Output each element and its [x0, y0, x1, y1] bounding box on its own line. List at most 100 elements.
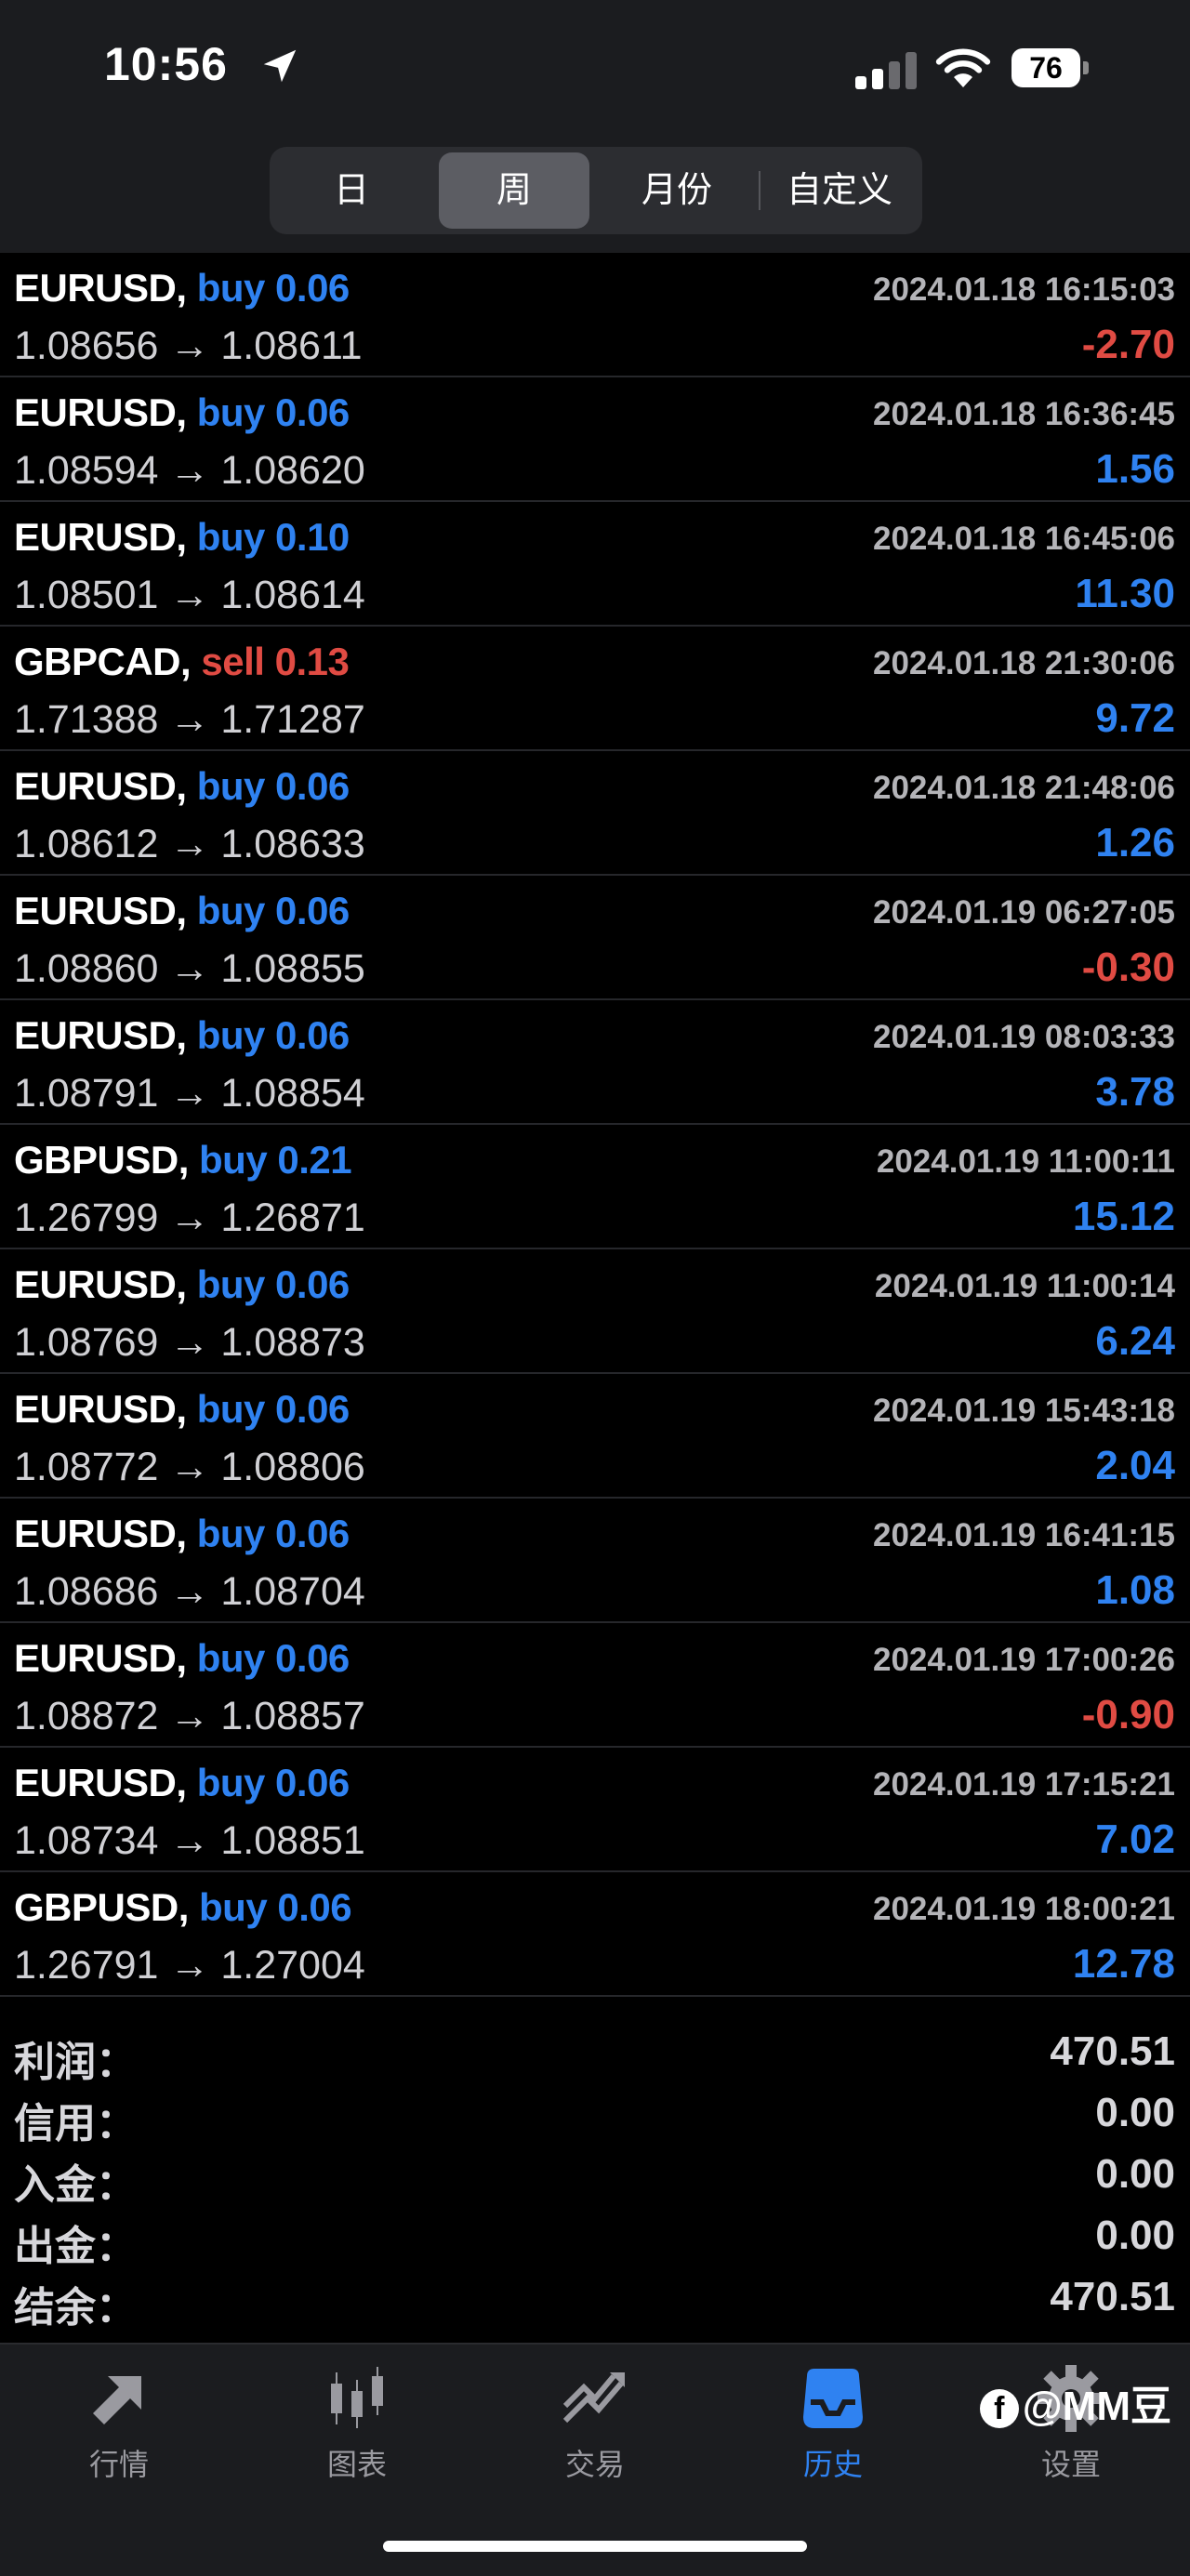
tab-history[interactable]: 历史: [740, 2361, 926, 2491]
open-price: 1.08772: [14, 1445, 159, 1489]
segment-month[interactable]: 月份: [599, 152, 755, 229]
trade-row[interactable]: EURUSD, buy 0.06 2024.01.18 16:15:03 1.086…: [0, 253, 1190, 377]
cellular-signal-icon: [855, 52, 917, 89]
trade-side: buy: [196, 1387, 266, 1431]
trade-volume: 0.06: [275, 1512, 350, 1555]
watermark: f @MM豆: [979, 2372, 1171, 2432]
trade-row[interactable]: EURUSD, buy 0.06 2024.01.19 17:15:21 1.087…: [0, 1748, 1190, 1872]
trade-symbol-line: GBPCAD, sell 0.13: [14, 640, 350, 684]
trade-row[interactable]: EURUSD, buy 0.06 2024.01.19 08:03:33 1.087…: [0, 1000, 1190, 1125]
period-segmented-control: 日 周 月份 自定义: [270, 147, 922, 234]
tab-trade[interactable]: 交易: [502, 2361, 688, 2491]
trade-datetime: 2024.01.19 11:00:14: [874, 1268, 1175, 1304]
tab-settings-label: 设置: [1040, 2448, 1101, 2481]
trade-prices: 1.08594 → 1.08620: [14, 448, 365, 494]
arrow-icon: →: [169, 697, 210, 742]
trade-row[interactable]: EURUSD, buy 0.06 2024.01.19 11:00:14 1.087…: [0, 1249, 1190, 1374]
trade-row[interactable]: EURUSD, buy 0.06 2024.01.19 06:27:05 1.088…: [0, 876, 1190, 1000]
summary-value: 470.51: [1050, 2274, 1175, 2319]
segment-custom[interactable]: 自定义: [762, 152, 917, 229]
trade-symbol: EURUSD,: [14, 1013, 187, 1057]
trade-datetime: 2024.01.19 06:27:05: [873, 894, 1175, 931]
segment-day[interactable]: 日: [275, 152, 428, 229]
trade-volume: 0.06: [275, 390, 350, 434]
trade-side: buy: [196, 1761, 266, 1804]
trade-side: buy: [196, 1013, 266, 1057]
trade-row[interactable]: EURUSD, buy 0.06 2024.01.19 17:00:26 1.088…: [0, 1623, 1190, 1748]
trade-symbol: GBPUSD,: [14, 1138, 189, 1182]
trade-row[interactable]: GBPUSD, buy 0.21 2024.01.19 11:00:11 1.267…: [0, 1125, 1190, 1249]
candlestick-chart-icon: [331, 2367, 383, 2428]
segment-week[interactable]: 周: [439, 152, 589, 229]
trade-profit: 7.02: [1095, 1816, 1175, 1862]
trade-datetime: 2024.01.19 15:43:18: [873, 1393, 1175, 1429]
summary-value: 0.00: [1095, 2213, 1175, 2258]
home-indicator[interactable]: [383, 2541, 807, 2552]
trade-prices: 1.08734 → 1.08851: [14, 1818, 365, 1864]
trade-volume: 0.06: [277, 1885, 352, 1929]
trade-row[interactable]: EURUSD, buy 0.06 2024.01.19 16:41:15 1.086…: [0, 1499, 1190, 1623]
summary-value: 0.00: [1095, 2090, 1175, 2135]
trade-prices: 1.08791 → 1.08854: [14, 1071, 365, 1116]
trade-symbol-line: EURUSD, buy 0.06: [14, 1761, 350, 1805]
trade-side: buy: [199, 1885, 268, 1929]
trade-prices: 1.26791 → 1.27004: [14, 1943, 365, 1988]
trade-symbol: EURUSD,: [14, 515, 187, 559]
battery-tip: [1083, 61, 1089, 74]
trade-row[interactable]: EURUSD, buy 0.10 2024.01.18 16:45:06 1.085…: [0, 502, 1190, 627]
trade-trend-icon: [562, 2372, 625, 2424]
tab-quotes[interactable]: 行情: [26, 2361, 212, 2491]
trade-symbol: EURUSD,: [14, 1262, 187, 1306]
history-inbox-icon: [803, 2369, 863, 2428]
trade-profit: 11.30: [1075, 571, 1175, 616]
trade-volume: 0.10: [275, 515, 350, 559]
tab-history-label: 历史: [802, 2448, 863, 2481]
open-price: 1.26791: [14, 1943, 159, 1988]
tab-chart[interactable]: 图表: [264, 2361, 450, 2491]
trade-row[interactable]: GBPCAD, sell 0.13 2024.01.18 21:30:06 1.71…: [0, 627, 1190, 751]
arrow-icon: →: [169, 1445, 210, 1489]
location-arrow-icon: [263, 49, 297, 83]
tab-chart-label: 图表: [326, 2448, 387, 2481]
trade-symbol-line: EURUSD, buy 0.06: [14, 266, 350, 310]
trade-symbol: EURUSD,: [14, 889, 187, 932]
summary-row: 入金： 0.00: [0, 2144, 1190, 2208]
arrow-icon: →: [169, 1694, 210, 1738]
facebook-icon: f: [979, 2389, 1019, 2429]
open-price: 1.26799: [14, 1196, 159, 1240]
trade-datetime: 2024.01.19 08:03:33: [873, 1019, 1175, 1055]
open-price: 1.08656: [14, 324, 159, 368]
arrow-icon: →: [169, 1569, 210, 1614]
trade-symbol-line: GBPUSD, buy 0.21: [14, 1138, 352, 1182]
close-price: 1.08857: [220, 1694, 365, 1738]
summary-row: 信用： 0.00: [0, 2082, 1190, 2147]
trade-profit: -2.70: [1081, 322, 1175, 367]
trade-datetime: 2024.01.18 16:15:03: [873, 271, 1175, 308]
summary-label: 利润：: [14, 2040, 137, 2085]
trade-side: buy: [196, 390, 266, 434]
close-price: 1.08611: [220, 324, 363, 368]
trade-symbol: EURUSD,: [14, 266, 187, 310]
trade-symbol: GBPUSD,: [14, 1885, 189, 1929]
summary-value: 0.00: [1095, 2151, 1175, 2197]
watermark-text: @MM豆: [1022, 2384, 1171, 2429]
trade-side: buy: [196, 515, 266, 559]
arrow-icon: →: [169, 1818, 210, 1863]
trade-symbol-line: EURUSD, buy 0.06: [14, 764, 350, 809]
trade-row[interactable]: EURUSD, buy 0.06 2024.01.18 21:48:06 1.086…: [0, 751, 1190, 876]
summary-label: 入金：: [14, 2162, 137, 2208]
trade-row[interactable]: EURUSD, buy 0.06 2024.01.18 16:36:45 1.085…: [0, 377, 1190, 502]
trade-profit: 1.26: [1095, 820, 1175, 865]
trade-prices: 1.08772 → 1.08806: [14, 1445, 365, 1490]
trade-datetime: 2024.01.18 16:45:06: [873, 521, 1175, 557]
trade-profit: 12.78: [1072, 1941, 1175, 1987]
trade-datetime: 2024.01.19 17:00:26: [873, 1642, 1175, 1678]
arrow-icon: →: [169, 324, 210, 368]
trade-volume: 0.06: [275, 1761, 350, 1804]
trade-side: buy: [196, 266, 266, 310]
trade-row[interactable]: EURUSD, buy 0.06 2024.01.19 15:43:18 1.087…: [0, 1374, 1190, 1499]
trade-side: sell: [201, 640, 265, 683]
trade-prices: 1.08769 → 1.08873: [14, 1320, 365, 1366]
trade-row[interactable]: GBPUSD, buy 0.06 2024.01.19 18:00:21 1.267…: [0, 1872, 1190, 1997]
trade-symbol: EURUSD,: [14, 1636, 187, 1680]
